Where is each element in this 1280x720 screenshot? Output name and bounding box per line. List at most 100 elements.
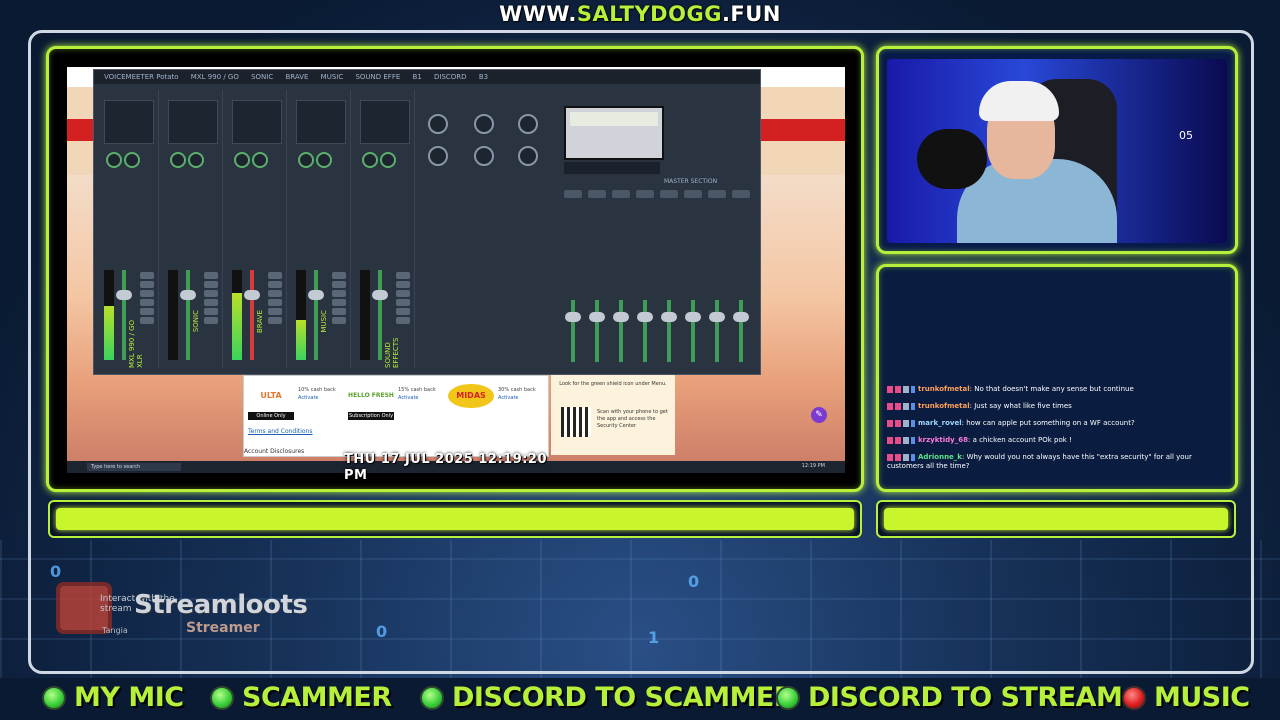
master-strip[interactable] xyxy=(610,190,632,366)
gain-fader[interactable] xyxy=(186,270,190,360)
terms-link[interactable]: Terms and Conditions xyxy=(248,428,313,435)
status-light-icon xyxy=(420,686,444,710)
webcam-feed: 05 xyxy=(887,59,1227,243)
master-strip[interactable] xyxy=(658,190,680,366)
taskbar-search[interactable]: Type here to search xyxy=(87,463,181,471)
offer-text: 10% cash back Activate xyxy=(298,387,336,401)
chat-username[interactable]: krzyktidy_68 xyxy=(918,436,968,444)
activate-link[interactable]: Activate xyxy=(298,395,319,401)
mixer-bus-name: B1 xyxy=(412,73,422,81)
master-strip[interactable] xyxy=(634,190,656,366)
eq-knob[interactable] xyxy=(428,146,448,166)
fx-pad[interactable] xyxy=(168,100,218,144)
gain-fader[interactable] xyxy=(122,270,126,360)
bus-buttons[interactable] xyxy=(332,272,346,326)
chat-message: trunkofmetal: No that doesn't make any s… xyxy=(887,385,1227,394)
offer-card[interactable]: ULTA Online Only 10% cash back Activate xyxy=(248,380,342,420)
comp-knob[interactable] xyxy=(298,152,314,168)
comp-knob[interactable] xyxy=(362,152,378,168)
master-strip[interactable] xyxy=(562,190,584,366)
gain-fader[interactable] xyxy=(250,270,254,360)
eq-knob[interactable] xyxy=(428,114,448,134)
streamloots-title: Streamloots xyxy=(134,590,308,620)
comp-knob[interactable] xyxy=(234,152,250,168)
gate-knob[interactable] xyxy=(188,152,204,168)
offer-card[interactable]: HELLO FRESH Subscription Only 15% cash b… xyxy=(348,380,442,420)
bus-buttons[interactable] xyxy=(140,272,154,326)
comp-knob[interactable] xyxy=(170,152,186,168)
chat-badges-icon xyxy=(887,436,915,444)
master-strip[interactable] xyxy=(706,190,728,366)
eq-knob[interactable] xyxy=(474,114,494,134)
mixer-strip[interactable]: MUSIC xyxy=(290,90,351,368)
status-light-icon xyxy=(210,686,234,710)
offer-card[interactable]: MIDAS 30% cash back Activate xyxy=(448,380,542,420)
chat-message: mark_rovel: how can apple put something … xyxy=(887,419,1227,428)
account-disclosures[interactable]: Account Disclosures xyxy=(244,448,304,455)
activate-link[interactable]: Activate xyxy=(398,395,419,401)
chat-bubble-icon[interactable]: ✎ xyxy=(811,407,827,423)
taskbar-clock: 12:19 PM xyxy=(801,463,825,469)
gate-knob[interactable] xyxy=(380,152,396,168)
bus-buttons[interactable] xyxy=(396,272,410,326)
mixer-strip-name: SONIC xyxy=(251,73,274,81)
activate-link[interactable]: Activate xyxy=(498,395,519,401)
fx-pad[interactable] xyxy=(232,100,282,144)
bus-buttons[interactable] xyxy=(268,272,282,326)
chat-username[interactable]: trunkofmetal xyxy=(918,402,970,410)
offer-tag: Online Only xyxy=(248,412,294,420)
mixer-titlebar: VOICEMEETER Potato MXL 990 / GO SONIC BR… xyxy=(94,70,760,84)
transport-controls[interactable] xyxy=(564,162,660,174)
streamloots-sub: Streamer xyxy=(186,620,260,636)
eq-knob[interactable] xyxy=(518,114,538,134)
level-meter xyxy=(104,270,114,360)
mixer-brand: VOICEMEETER Potato xyxy=(104,73,179,81)
gain-fader[interactable] xyxy=(314,270,318,360)
mixer-bus-name: B3 xyxy=(478,73,489,81)
comp-knob[interactable] xyxy=(106,152,122,168)
fader-cap[interactable] xyxy=(308,290,324,300)
strip-label: SONIC xyxy=(192,310,200,333)
status-indicators: MY MIC SCAMMER DISCORD TO SCAMMER DISCOR… xyxy=(0,678,1280,720)
strip-label: MUSIC xyxy=(320,310,328,333)
fader-cap[interactable] xyxy=(372,290,388,300)
gate-knob[interactable] xyxy=(252,152,268,168)
status-label: SCAMMER xyxy=(242,682,392,713)
master-strip[interactable] xyxy=(730,190,752,366)
voicemeeter-mixer[interactable]: VOICEMEETER Potato MXL 990 / GO SONIC BR… xyxy=(93,69,761,375)
bus-buttons[interactable] xyxy=(204,272,218,326)
mixer-strip[interactable]: MXL 990 / GO XLR xyxy=(98,90,159,368)
gate-knob[interactable] xyxy=(316,152,332,168)
offer-logo: HELLO FRESH xyxy=(348,392,394,399)
chat-username[interactable]: trunkofmetal xyxy=(918,385,970,393)
fx-pad[interactable] xyxy=(296,100,346,144)
master-strip[interactable] xyxy=(682,190,704,366)
security-heading: Look for the green shield icon under Men… xyxy=(559,381,667,387)
fader-cap[interactable] xyxy=(244,290,260,300)
mixer-strip[interactable]: SOUND EFFECTS xyxy=(354,90,415,368)
gate-knob[interactable] xyxy=(124,152,140,168)
stream-datetime: THU 17 JUL 2025 12:19:20 PM xyxy=(344,452,548,483)
eq-knob[interactable] xyxy=(474,146,494,166)
mixer-strip-name: BRAVE xyxy=(285,73,309,81)
chat-list: trunkofmetal: No that doesn't make any s… xyxy=(887,385,1227,479)
mixer-strip-name: MXL 990 / GO xyxy=(190,73,239,81)
chat-message: trunkofmetal: Just say what like five ti… xyxy=(887,402,1227,411)
webcam-panel: 05 xyxy=(876,46,1238,254)
fader-cap[interactable] xyxy=(116,290,132,300)
eq-knob[interactable] xyxy=(518,146,538,166)
gain-fader[interactable] xyxy=(378,270,382,360)
mixer-strip-name: MUSIC xyxy=(320,73,344,81)
mixer-strip[interactable]: BRAVE xyxy=(226,90,287,368)
chat-username[interactable]: Adrionne_k xyxy=(918,453,962,461)
mixer-strip[interactable]: SONIC xyxy=(162,90,223,368)
fx-pad[interactable] xyxy=(360,100,410,144)
master-strip[interactable] xyxy=(586,190,608,366)
level-meter xyxy=(232,270,242,360)
level-meter xyxy=(360,270,370,360)
chat-username[interactable]: mark_rovel xyxy=(918,419,962,427)
fx-pad[interactable] xyxy=(104,100,154,144)
mixer-strip-name: SOUND EFFE xyxy=(355,73,401,81)
fader-cap[interactable] xyxy=(180,290,196,300)
mixer-bus-name: DISCORD xyxy=(434,73,467,81)
